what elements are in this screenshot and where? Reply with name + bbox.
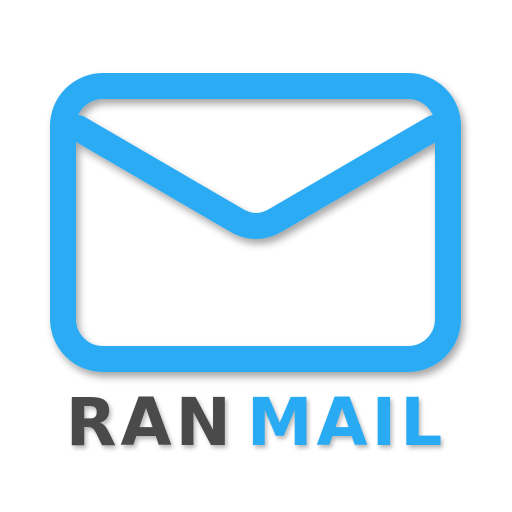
wordmark: RAN MAIL <box>0 382 512 464</box>
ranmail-logo: RAN MAIL <box>0 0 512 512</box>
envelope-flap <box>65 115 447 239</box>
wordmark-ran: RAN <box>65 384 235 461</box>
wordmark-mail: MAIL <box>246 384 447 461</box>
